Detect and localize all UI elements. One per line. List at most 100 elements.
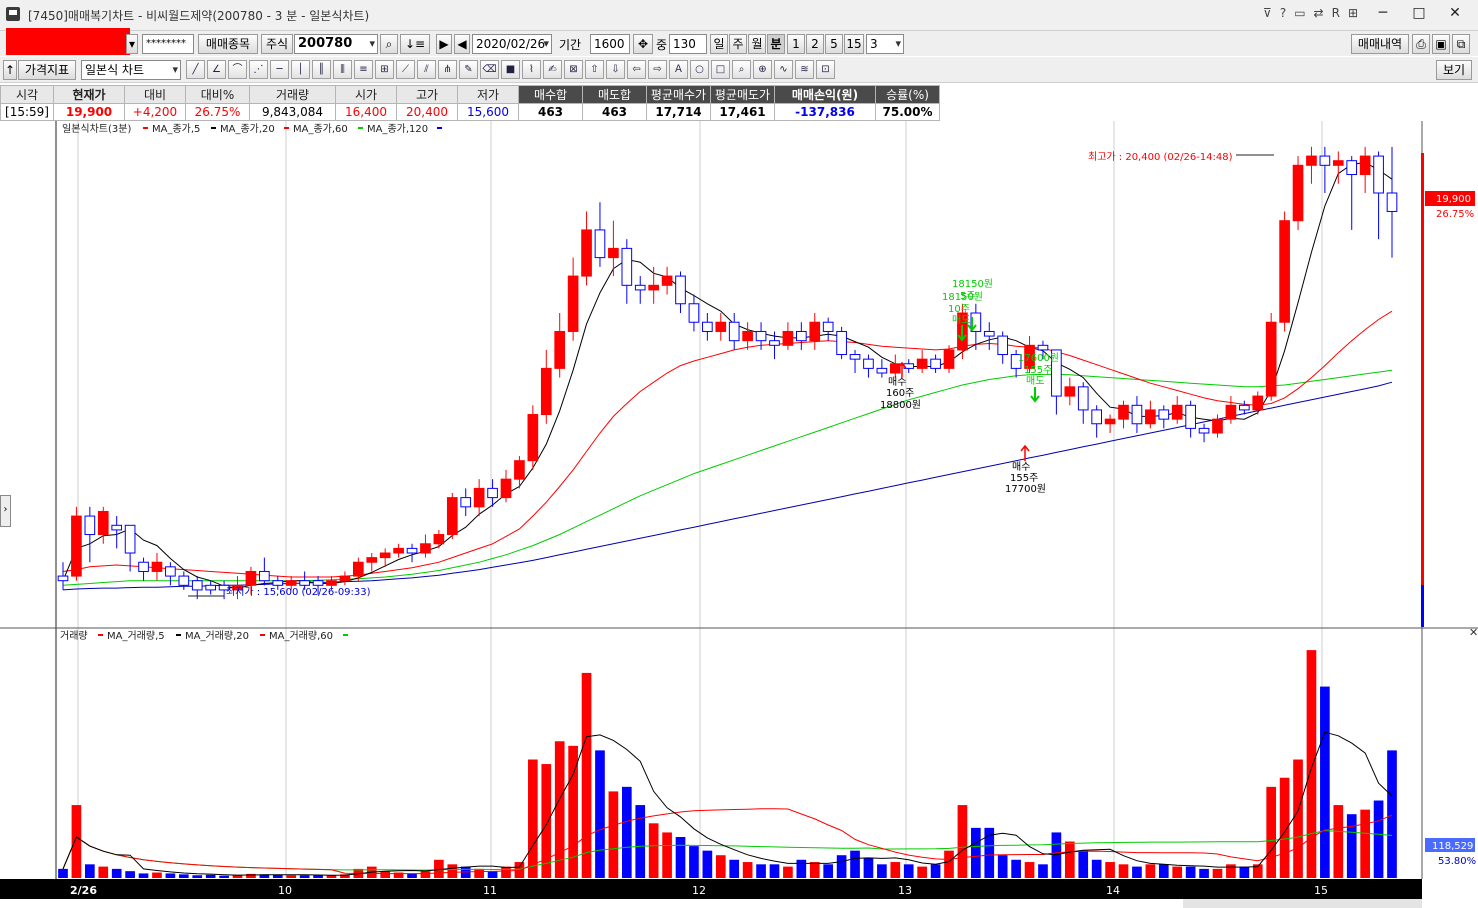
- delete-icon[interactable]: ⊠: [564, 60, 583, 79]
- pin-icon[interactable]: ⊽: [1263, 6, 1272, 20]
- tab-week[interactable]: 주: [729, 34, 747, 54]
- vlines-tool-icon[interactable]: ║: [312, 60, 331, 79]
- sell1-price-b: 18150원: [942, 291, 983, 303]
- candle-down: [983, 330, 995, 337]
- account-redacted[interactable]: [6, 28, 130, 55]
- arrow-left-icon[interactable]: ⇦: [627, 60, 646, 79]
- volume-bar: [1091, 859, 1102, 878]
- save-icon[interactable]: ▣: [1432, 34, 1450, 54]
- angle-tool-icon[interactable]: ∠: [207, 60, 226, 79]
- volume-bar: [447, 864, 458, 878]
- eraser-icon[interactable]: ⌫: [480, 60, 499, 79]
- arrow-up-icon[interactable]: ⇧: [585, 60, 604, 79]
- trend-tool-icon[interactable]: ⟋: [396, 60, 415, 79]
- hline-tool-icon[interactable]: ─: [270, 60, 289, 79]
- market-button[interactable]: 주식: [261, 34, 293, 54]
- rect-icon[interactable]: □: [711, 60, 730, 79]
- period-label: 기간: [559, 38, 582, 52]
- volume-bar: [286, 875, 297, 878]
- help-icon[interactable]: ?: [1280, 6, 1286, 20]
- candle-up: [540, 367, 552, 416]
- volume-bar: [621, 786, 632, 878]
- tab-minute[interactable]: 분: [767, 34, 785, 54]
- volume-bar: [205, 874, 216, 878]
- tab-5[interactable]: 5: [825, 34, 843, 54]
- account-dropdown-icon[interactable]: ▾: [126, 34, 138, 54]
- r-icon[interactable]: R: [1332, 6, 1340, 20]
- crosshair-icon[interactable]: ✥: [633, 34, 653, 54]
- candle-down: [1091, 409, 1102, 425]
- password-field[interactable]: ********: [142, 34, 194, 54]
- period-input[interactable]: 1600: [590, 34, 630, 54]
- zoom-icon[interactable]: ⌕: [732, 60, 751, 79]
- print-icon[interactable]: ⎙: [1412, 34, 1430, 54]
- grid-tool-icon[interactable]: ≡: [354, 60, 373, 79]
- val-time: [15:59]: [0, 103, 54, 121]
- back-icon[interactable]: ◀: [454, 34, 470, 54]
- tab-1[interactable]: 1: [787, 34, 805, 54]
- sort-icon[interactable]: ↓≡: [400, 34, 430, 54]
- capture-icon[interactable]: ⊡: [816, 60, 835, 79]
- grid-icon[interactable]: ⊞: [1348, 6, 1358, 20]
- tab-15[interactable]: 15: [844, 34, 864, 54]
- wave-icon[interactable]: ∿: [774, 60, 793, 79]
- pitchfork-tool-icon[interactable]: ⋔: [438, 60, 457, 79]
- volume-bar: [689, 846, 699, 878]
- volume-bar: [98, 866, 109, 878]
- multi-zoom-icon[interactable]: ⊕: [753, 60, 772, 79]
- vline-tool-icon[interactable]: │: [291, 60, 310, 79]
- fan-tool-icon[interactable]: ⋰: [249, 60, 268, 79]
- chart-type-select[interactable]: 일본식 차트: [81, 60, 181, 80]
- date-input[interactable]: 2020/02/26: [472, 34, 552, 54]
- minimize-button[interactable]: ─: [1366, 2, 1400, 26]
- candle-down: [1185, 404, 1196, 429]
- trade-history-button[interactable]: 매매내역: [1351, 34, 1409, 54]
- stock-code-input[interactable]: 200780: [294, 34, 378, 54]
- interval-select[interactable]: 3: [866, 34, 904, 54]
- price-indicator-button[interactable]: 가격지표: [18, 60, 76, 80]
- up-arrow-icon[interactable]: ↑: [3, 60, 17, 80]
- wave2-icon[interactable]: ≋: [795, 60, 814, 79]
- export-icon[interactable]: ⧉: [1452, 34, 1470, 54]
- search-icon[interactable]: ⌕: [380, 34, 398, 54]
- volume-bar: [903, 864, 914, 878]
- bottom-scrollbar[interactable]: [1183, 899, 1422, 908]
- high-annotation: 최고가 : 20,400 (02/26-14:48): [1088, 151, 1233, 163]
- candle-up: [1359, 155, 1371, 176]
- maximize-button[interactable]: □: [1402, 2, 1436, 26]
- vlegend-ma60: MA_거래량,60: [269, 630, 333, 642]
- settings-icon[interactable]: ⇄: [1314, 6, 1324, 20]
- volume-bar: [971, 827, 981, 878]
- candle-down: [594, 229, 606, 259]
- channel-tool-icon[interactable]: ⫽: [417, 60, 436, 79]
- tab-day[interactable]: 일: [710, 34, 728, 54]
- pencil-icon[interactable]: ✎: [459, 60, 478, 79]
- arrow-down-icon[interactable]: ⇩: [606, 60, 625, 79]
- legend-ma60: MA_종가,60: [293, 123, 348, 135]
- val-winrate: 75.00%: [875, 103, 940, 121]
- candle-up: [1292, 164, 1304, 222]
- ma-lines: [62, 161, 1393, 591]
- gann-tool-icon[interactable]: ⊞: [375, 60, 394, 79]
- line-tool-icon[interactable]: ╱: [186, 60, 205, 79]
- candle-up: [1306, 155, 1317, 166]
- tab-2[interactable]: 2: [806, 34, 824, 54]
- tab-month[interactable]: 월: [748, 34, 766, 54]
- close-button[interactable]: ✕: [1438, 2, 1472, 26]
- fib-tool-icon[interactable]: ⫼: [333, 60, 352, 79]
- note-icon[interactable]: ✍: [543, 60, 562, 79]
- circle-icon[interactable]: ○: [690, 60, 709, 79]
- brush-icon[interactable]: ⌇: [522, 60, 541, 79]
- arc-tool-icon[interactable]: ⌒: [228, 60, 247, 79]
- trade-items-button[interactable]: 매매종목: [198, 34, 258, 54]
- color-icon[interactable]: ■: [501, 60, 520, 79]
- play-icon[interactable]: ▶: [436, 34, 452, 54]
- volume-bar: [178, 874, 189, 878]
- view-button[interactable]: 보기: [1436, 60, 1472, 80]
- mid-input[interactable]: 130: [669, 34, 707, 54]
- layout-icon[interactable]: ▭: [1294, 6, 1305, 20]
- text-icon[interactable]: Ａ: [669, 60, 688, 79]
- chart-area[interactable]: 일본식차트(3분) MA_종가,5 MA_종가,20 MA_종가,60 MA_종…: [0, 121, 1478, 908]
- pane-close-icon[interactable]: ✕: [1469, 626, 1478, 639]
- arrow-right-icon[interactable]: ⇨: [648, 60, 667, 79]
